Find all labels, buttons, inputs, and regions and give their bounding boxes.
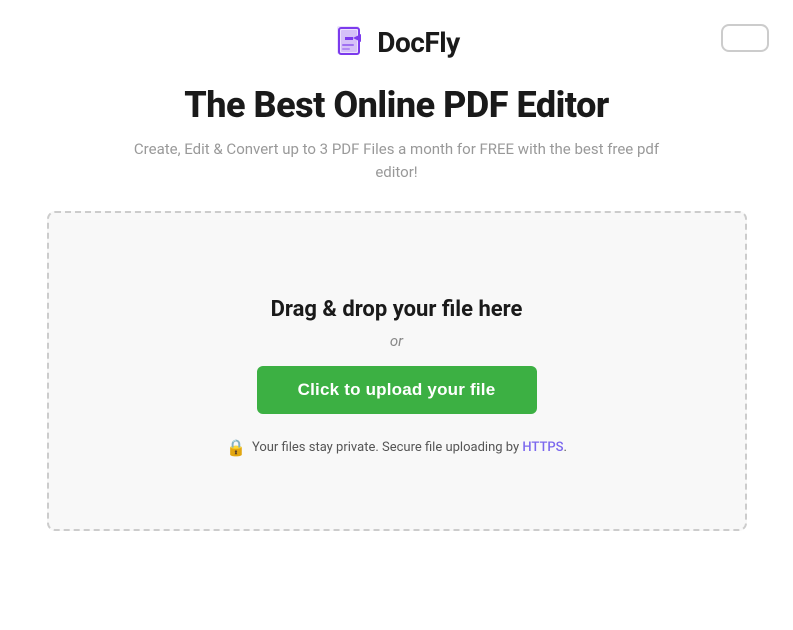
or-label: or bbox=[390, 332, 403, 350]
logo-text: DocFly bbox=[377, 26, 459, 59]
main-title: The Best Online PDF Editor bbox=[184, 84, 609, 126]
subtitle: Create, Edit & Convert up to 3 PDF Files… bbox=[117, 138, 677, 183]
header: DocFly bbox=[0, 0, 793, 76]
https-link[interactable]: HTTPS bbox=[522, 440, 563, 455]
security-notice: 🔒 Your files stay private. Secure file u… bbox=[226, 438, 567, 457]
logo: DocFly bbox=[333, 24, 459, 60]
drag-drop-label: Drag & drop your file here bbox=[271, 297, 523, 322]
lock-icon: 🔒 bbox=[226, 438, 246, 457]
top-right-button[interactable] bbox=[721, 24, 769, 52]
upload-button[interactable]: Click to upload your file bbox=[257, 366, 537, 414]
docfly-logo-icon bbox=[333, 24, 369, 60]
upload-dropzone[interactable]: Drag & drop your file here or Click to u… bbox=[47, 211, 747, 531]
security-text-content: Your files stay private. Secure file upl… bbox=[252, 440, 567, 455]
